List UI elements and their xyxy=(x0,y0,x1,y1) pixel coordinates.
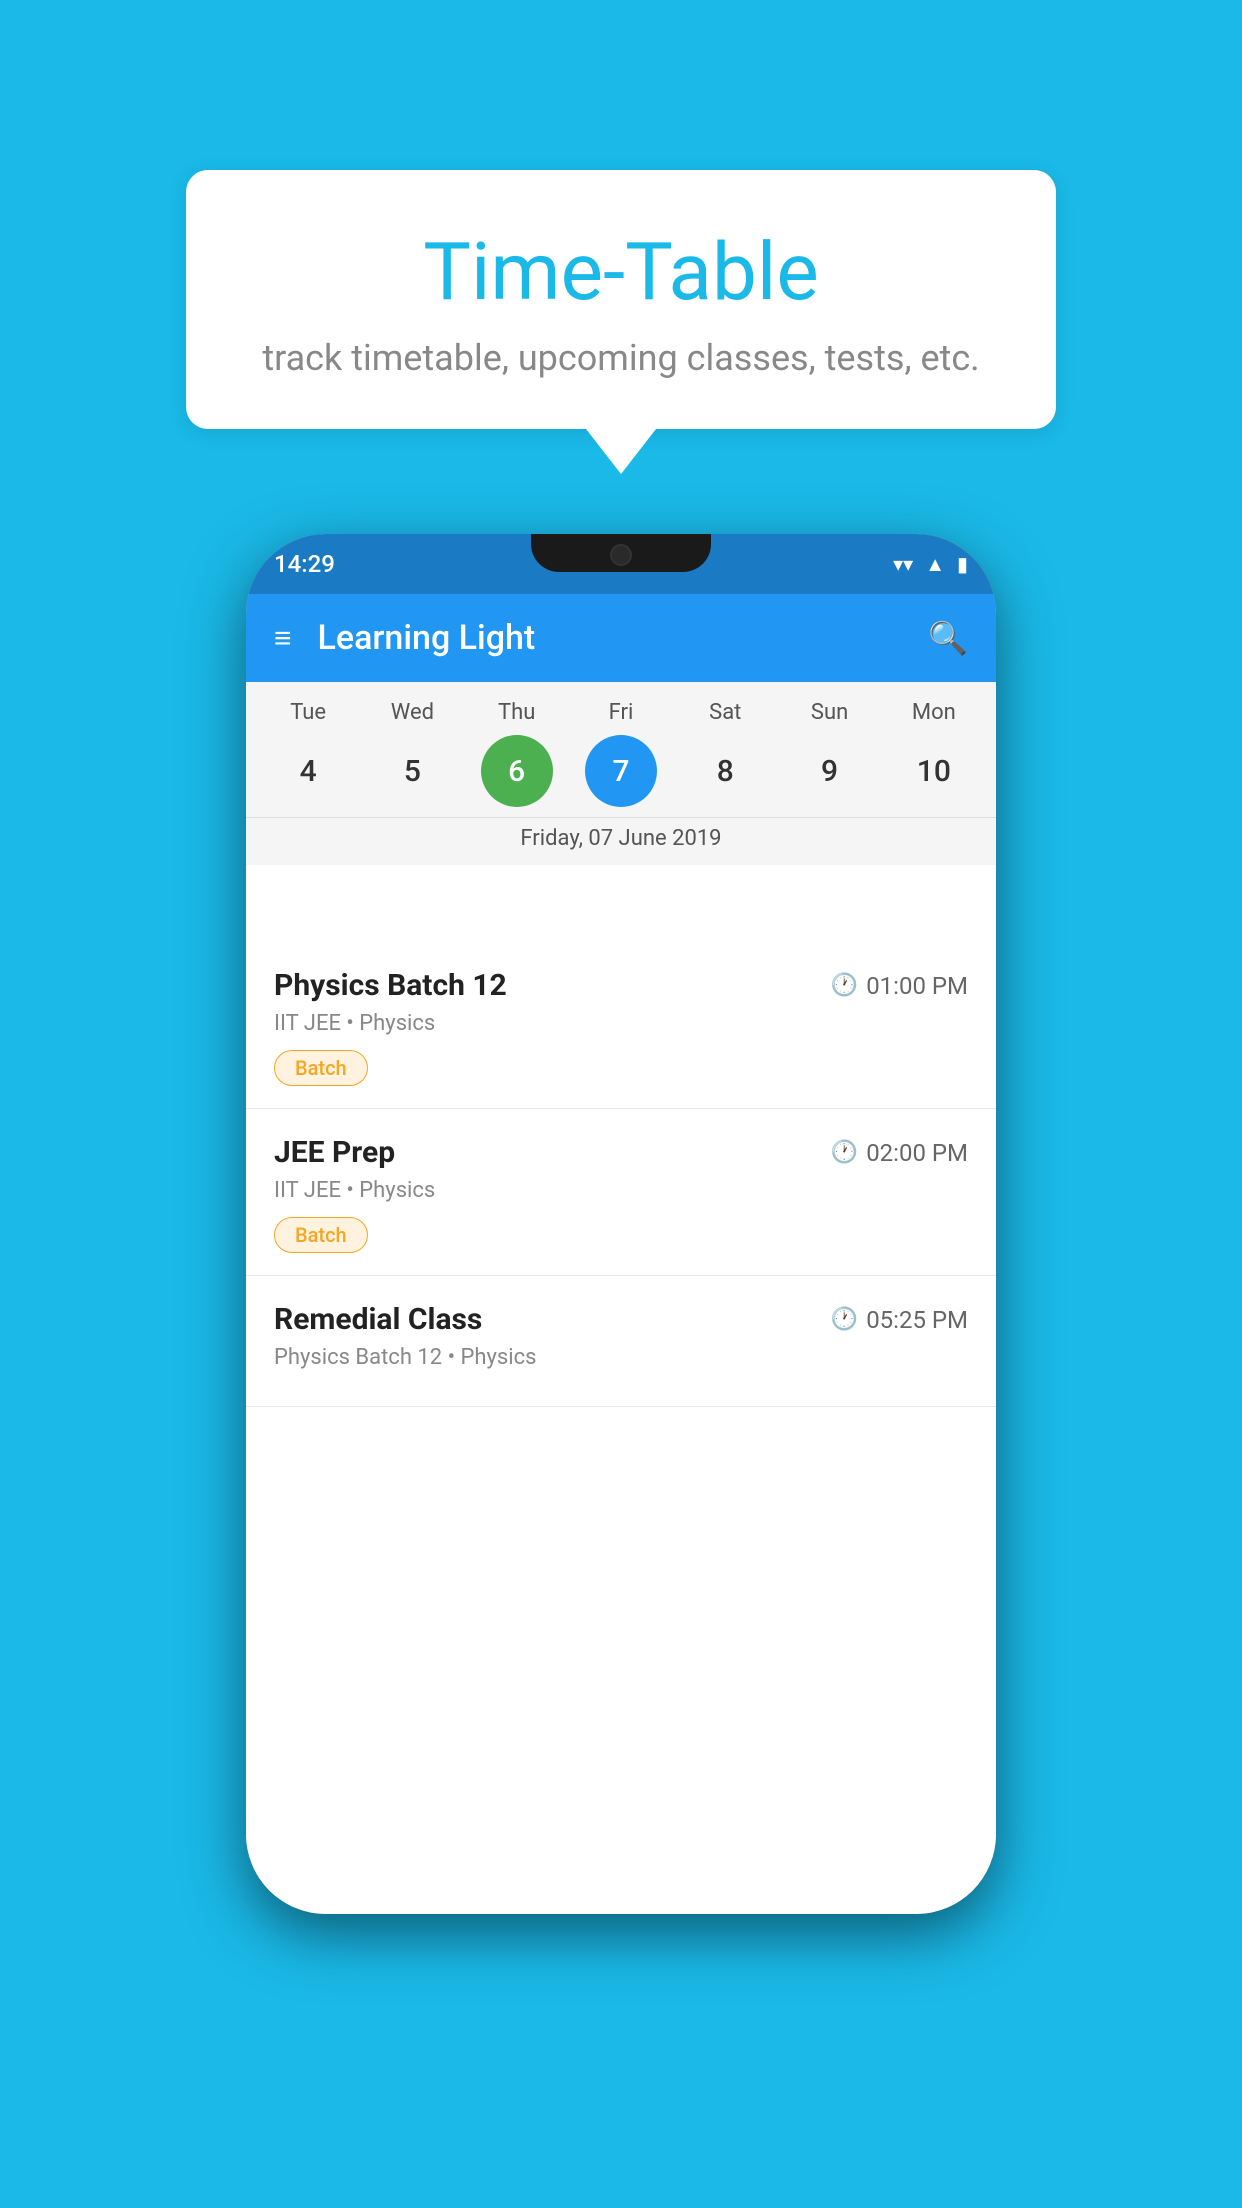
app-bar: ≡ Learning Light 🔍 xyxy=(246,594,996,682)
class-item-2[interactable]: JEE Prep 🕐 02:00 PM IIT JEE • Physics Ba… xyxy=(246,1109,996,1276)
day-header-fri: Fri xyxy=(576,700,666,725)
class-meta-2: IIT JEE • Physics xyxy=(274,1178,968,1203)
batch-badge-2: Batch xyxy=(274,1217,368,1253)
phone-outer: 14:29 ▾▾ ▲ ▮ ≡ Learning Light 🔍 Tue Wed … xyxy=(246,534,996,1914)
class-item-2-header: JEE Prep 🕐 02:00 PM xyxy=(274,1135,968,1170)
day-header-tue: Tue xyxy=(263,700,353,725)
class-time-label-1: 01:00 PM xyxy=(866,972,968,1000)
class-meta-1: IIT JEE • Physics xyxy=(274,1011,968,1036)
day-6-today[interactable]: 6 xyxy=(481,735,553,807)
clock-icon-2: 🕐 xyxy=(831,1140,858,1165)
class-time-label-2: 02:00 PM xyxy=(866,1139,968,1167)
class-time-1: 🕐 01:00 PM xyxy=(831,972,968,1000)
search-icon[interactable]: 🔍 xyxy=(928,619,968,657)
battery-icon: ▮ xyxy=(957,552,968,576)
status-time: 14:29 xyxy=(274,550,335,578)
class-time-label-3: 05:25 PM xyxy=(866,1306,968,1334)
day-10[interactable]: 10 xyxy=(898,735,970,807)
clock-icon-3: 🕐 xyxy=(831,1307,858,1332)
day-header-thu: Thu xyxy=(472,700,562,725)
day-8[interactable]: 8 xyxy=(689,735,761,807)
day-5[interactable]: 5 xyxy=(376,735,448,807)
day-7-selected[interactable]: 7 xyxy=(585,735,657,807)
batch-badge-1: Batch xyxy=(274,1050,368,1086)
app-title: Learning Light xyxy=(318,618,929,658)
bubble-subtitle: track timetable, upcoming classes, tests… xyxy=(246,337,996,379)
wifi-icon: ▾▾ xyxy=(893,552,913,576)
speech-bubble: Time-Table track timetable, upcoming cla… xyxy=(186,170,1056,429)
phone-screen: 14:29 ▾▾ ▲ ▮ ≡ Learning Light 🔍 Tue Wed … xyxy=(246,534,996,1914)
clock-icon-1: 🕐 xyxy=(831,973,858,998)
class-item-3-header: Remedial Class 🕐 05:25 PM xyxy=(274,1302,968,1337)
class-item-3[interactable]: Remedial Class 🕐 05:25 PM Physics Batch … xyxy=(246,1276,996,1407)
class-time-3: 🕐 05:25 PM xyxy=(831,1306,968,1334)
class-meta-3: Physics Batch 12 • Physics xyxy=(274,1345,968,1370)
status-icons: ▾▾ ▲ ▮ xyxy=(893,552,968,577)
class-name-1: Physics Batch 12 xyxy=(274,968,507,1003)
class-time-2: 🕐 02:00 PM xyxy=(831,1139,968,1167)
class-name-3: Remedial Class xyxy=(274,1302,482,1337)
signal-icon: ▲ xyxy=(925,552,945,577)
day-headers: Tue Wed Thu Fri Sat Sun Mon xyxy=(246,700,996,725)
bubble-arrow xyxy=(586,429,656,474)
class-list: Physics Batch 12 🕐 01:00 PM IIT JEE • Ph… xyxy=(246,942,996,1914)
class-item-1[interactable]: Physics Batch 12 🕐 01:00 PM IIT JEE • Ph… xyxy=(246,942,996,1109)
class-name-2: JEE Prep xyxy=(274,1135,395,1170)
bubble-title: Time-Table xyxy=(246,225,996,319)
day-header-mon: Mon xyxy=(889,700,979,725)
phone-mockup: 14:29 ▾▾ ▲ ▮ ≡ Learning Light 🔍 Tue Wed … xyxy=(246,534,996,1914)
calendar-strip: Tue Wed Thu Fri Sat Sun Mon 4 5 6 7 8 9 … xyxy=(246,682,996,865)
class-item-1-header: Physics Batch 12 🕐 01:00 PM xyxy=(274,968,968,1003)
front-camera xyxy=(610,544,632,566)
selected-date-label: Friday, 07 June 2019 xyxy=(246,817,996,865)
hamburger-menu-icon[interactable]: ≡ xyxy=(274,621,290,656)
day-header-wed: Wed xyxy=(367,700,457,725)
day-header-sat: Sat xyxy=(680,700,770,725)
day-4[interactable]: 4 xyxy=(272,735,344,807)
day-numbers: 4 5 6 7 8 9 10 xyxy=(246,735,996,807)
day-9[interactable]: 9 xyxy=(794,735,866,807)
speech-bubble-container: Time-Table track timetable, upcoming cla… xyxy=(186,170,1056,474)
phone-notch xyxy=(531,534,711,572)
day-header-sun: Sun xyxy=(785,700,875,725)
